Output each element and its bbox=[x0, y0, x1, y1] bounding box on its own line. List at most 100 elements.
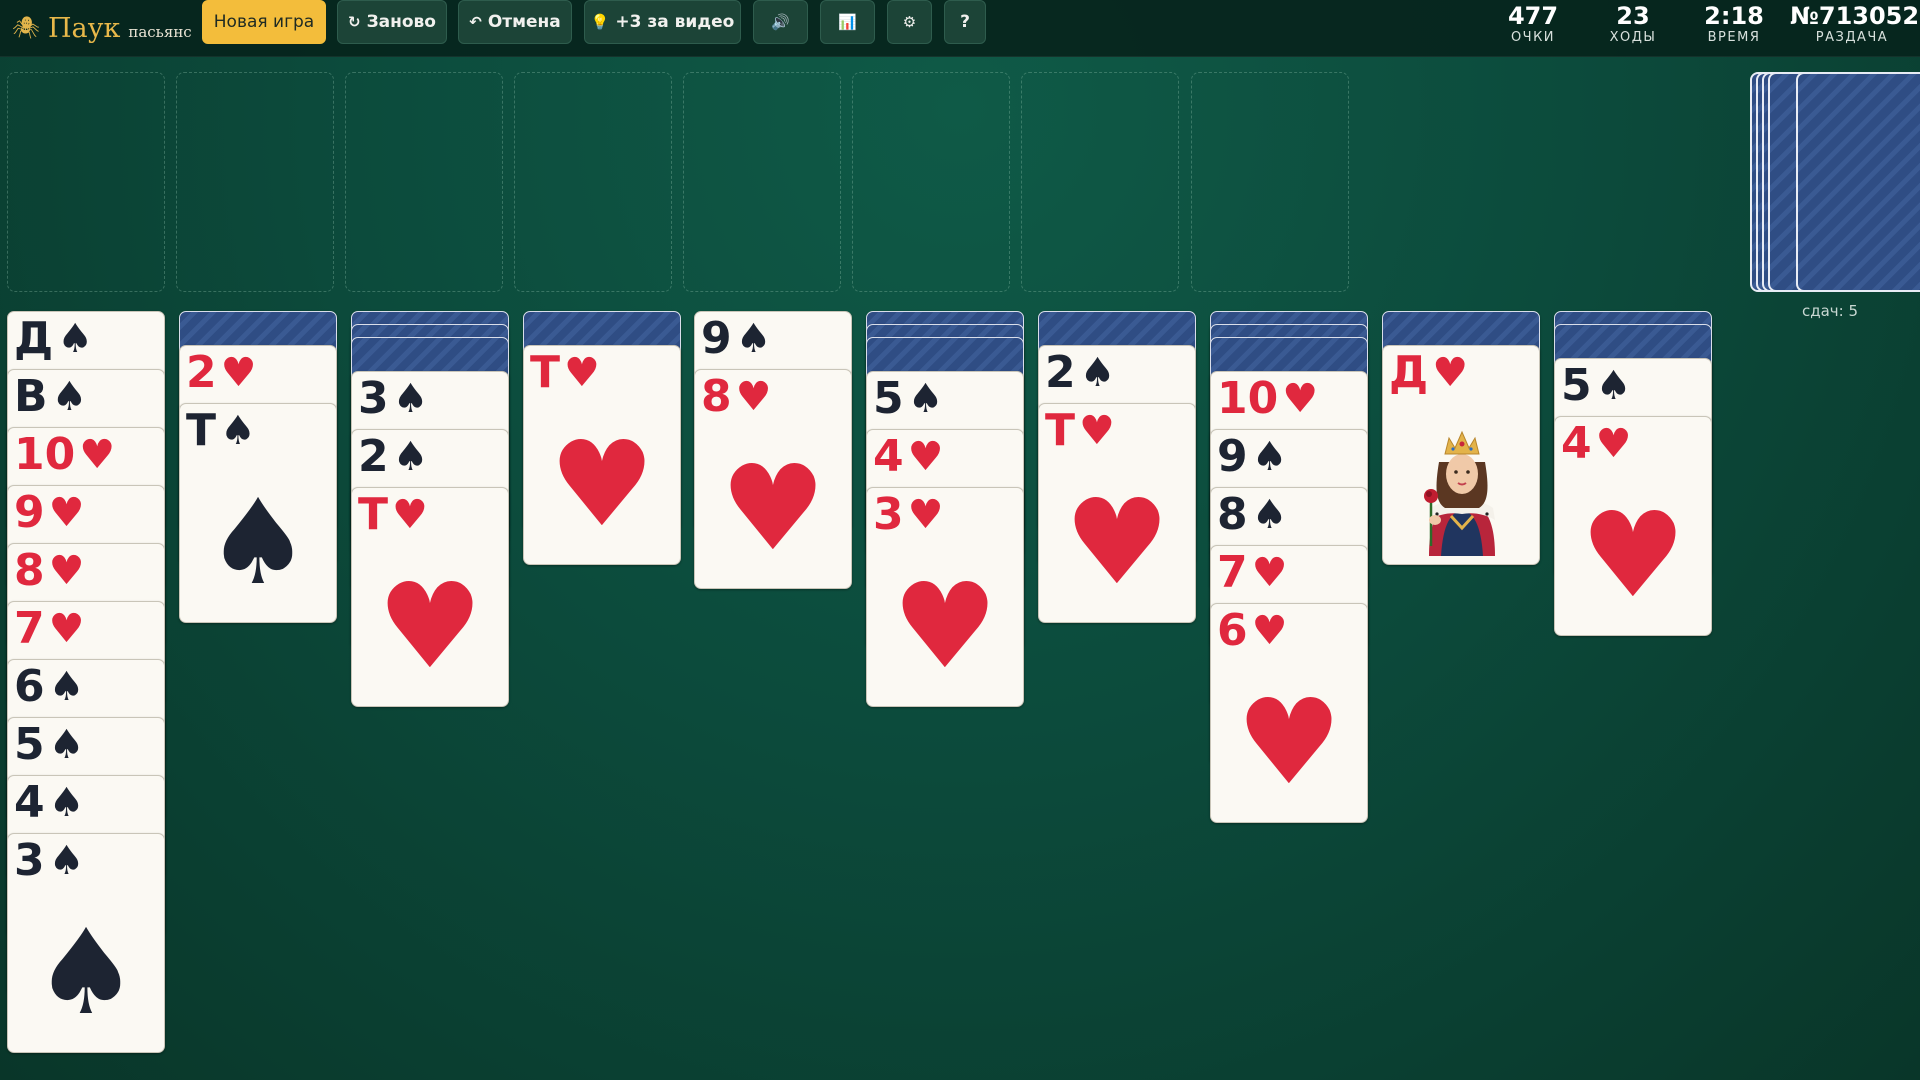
card-rank: 8 bbox=[14, 545, 45, 596]
card-index: 4 ♥ bbox=[873, 432, 943, 482]
logo-subtitle: пасьянс bbox=[128, 23, 192, 41]
lightbulb-icon: 💡 bbox=[590, 13, 610, 31]
card-rank: 5 bbox=[1561, 360, 1592, 411]
undo-button[interactable]: ↶ Отмена bbox=[458, 0, 572, 44]
spade-suit-icon: ♠ bbox=[1595, 363, 1632, 409]
card-rank: 8 bbox=[701, 371, 732, 422]
card-index: 8 ♥ bbox=[701, 372, 771, 422]
time-label: ВРЕМЯ bbox=[1707, 30, 1761, 45]
help-button[interactable]: ? bbox=[944, 0, 986, 44]
card-rank: 5 bbox=[873, 373, 904, 424]
spade-suit-icon: ♠ bbox=[48, 838, 85, 884]
card-rank: 6 bbox=[14, 661, 45, 712]
stats-button[interactable]: 📊 bbox=[820, 0, 875, 44]
top-bar: 🕷 Паук пасьянс Новая игра ↻ Заново ↶ Отм… bbox=[0, 0, 1920, 57]
card-index: 2 ♥ bbox=[186, 348, 256, 398]
card-rank: 2 bbox=[358, 431, 389, 482]
heart-center-icon: ♥ bbox=[1236, 673, 1342, 811]
heart-center-icon: ♥ bbox=[549, 415, 655, 553]
card-rank: 10 bbox=[1217, 373, 1279, 424]
card-index: 3 ♠ bbox=[358, 374, 428, 424]
hint-video-button[interactable]: 💡 +3 за видео bbox=[584, 0, 741, 44]
card-rank: 4 bbox=[1561, 418, 1592, 469]
deals-remaining-label: сдач: 5 bbox=[1801, 302, 1859, 320]
card-index: 3 ♥ bbox=[873, 490, 943, 540]
stock-card-back[interactable] bbox=[1796, 72, 1920, 292]
heart-center-icon: ♥ bbox=[377, 557, 483, 695]
speaker-icon: 🔊 bbox=[771, 13, 790, 31]
card-rank: В bbox=[14, 371, 48, 422]
card-rank: 8 bbox=[1217, 489, 1248, 540]
playing-card[interactable]: Т ♥ ♥ bbox=[523, 345, 681, 565]
card-rank: 9 bbox=[1217, 431, 1248, 482]
card-index: В ♠ bbox=[14, 372, 87, 422]
heart-suit-icon: ♥ bbox=[48, 548, 85, 594]
spade-suit-icon: ♠ bbox=[1251, 492, 1288, 538]
spade-suit-icon: ♠ bbox=[907, 376, 944, 422]
undo-icon: ↶ bbox=[469, 13, 482, 31]
logo-title: Паук bbox=[47, 12, 121, 44]
card-rank: 4 bbox=[873, 431, 904, 482]
new-game-button[interactable]: Новая игра bbox=[202, 0, 326, 44]
playing-card[interactable]: 4 ♥ ♥ bbox=[1554, 416, 1712, 636]
score-label: ОЧКИ bbox=[1510, 30, 1556, 45]
playing-card[interactable]: 3 ♥ ♥ bbox=[866, 487, 1024, 707]
foundation-slot bbox=[7, 72, 165, 292]
sound-button[interactable]: 🔊 bbox=[753, 0, 808, 44]
spade-suit-icon: ♠ bbox=[51, 374, 88, 420]
card-index: 4 ♥ bbox=[1561, 419, 1631, 469]
moves-value: 23 bbox=[1616, 2, 1650, 30]
heart-suit-icon: ♥ bbox=[1432, 350, 1469, 396]
spade-center-icon: ♠ bbox=[33, 903, 139, 1041]
bar-chart-icon: 📊 bbox=[838, 13, 857, 31]
heart-suit-icon: ♥ bbox=[1079, 408, 1115, 454]
card-rank: 3 bbox=[873, 489, 904, 540]
card-index: 7 ♥ bbox=[1217, 548, 1287, 598]
playing-card[interactable]: 3 ♠ ♠ bbox=[7, 833, 165, 1053]
playing-card[interactable]: Т ♥ ♥ bbox=[351, 487, 509, 707]
card-index: 10 ♥ bbox=[1217, 374, 1318, 424]
spade-suit-icon: ♠ bbox=[48, 780, 85, 826]
card-rank: 6 bbox=[1217, 605, 1248, 656]
playing-card[interactable]: 6 ♥ ♥ bbox=[1210, 603, 1368, 823]
card-index: 6 ♠ bbox=[14, 662, 84, 712]
spade-suit-icon: ♠ bbox=[220, 408, 256, 454]
score-value: 477 bbox=[1507, 2, 1559, 30]
foundation-slot bbox=[176, 72, 334, 292]
foundation-slot bbox=[852, 72, 1010, 292]
settings-button[interactable]: ⚙ bbox=[887, 0, 932, 44]
card-rank: 7 bbox=[14, 603, 45, 654]
heart-suit-icon: ♥ bbox=[220, 350, 257, 396]
deal-value: №713052 bbox=[1790, 2, 1920, 30]
card-index: 7 ♥ bbox=[14, 604, 84, 654]
heart-suit-icon: ♥ bbox=[48, 606, 85, 652]
spade-suit-icon: ♠ bbox=[48, 664, 85, 710]
heart-suit-icon: ♥ bbox=[1251, 550, 1288, 596]
time-value: 2:18 bbox=[1704, 2, 1764, 30]
card-index: 9 ♠ bbox=[701, 314, 771, 364]
heart-suit-icon: ♥ bbox=[79, 432, 116, 478]
gear-icon: ⚙ bbox=[902, 13, 917, 31]
card-rank: Т bbox=[358, 489, 389, 540]
deal-stat: №713052 РАЗДАЧА bbox=[1790, 2, 1920, 47]
playing-card[interactable]: Т ♠ ♠ bbox=[179, 403, 337, 623]
card-index: 5 ♠ bbox=[14, 720, 84, 770]
heart-center-icon: ♥ bbox=[892, 557, 998, 695]
queen-portrait-image bbox=[1401, 416, 1523, 556]
card-index: 6 ♥ bbox=[1217, 606, 1287, 656]
card-rank: Т bbox=[186, 405, 217, 456]
card-rank: Т bbox=[1045, 405, 1076, 456]
spade-suit-icon: ♠ bbox=[48, 722, 85, 768]
restart-button[interactable]: ↻ Заново bbox=[337, 0, 447, 44]
card-rank: 4 bbox=[14, 777, 45, 828]
heart-suit-icon: ♥ bbox=[1251, 608, 1288, 654]
card-index: Т ♥ bbox=[530, 348, 600, 398]
heart-center-icon: ♥ bbox=[1580, 486, 1686, 624]
card-rank: Т bbox=[530, 347, 561, 398]
playing-card[interactable]: 8 ♥ ♥ bbox=[694, 369, 852, 589]
playing-card[interactable]: Д ♥ bbox=[1382, 345, 1540, 565]
card-rank: 9 bbox=[14, 487, 45, 538]
card-index: 10 ♥ bbox=[14, 430, 115, 480]
playing-card[interactable]: Т ♥ ♥ bbox=[1038, 403, 1196, 623]
heart-suit-icon: ♥ bbox=[907, 492, 944, 538]
